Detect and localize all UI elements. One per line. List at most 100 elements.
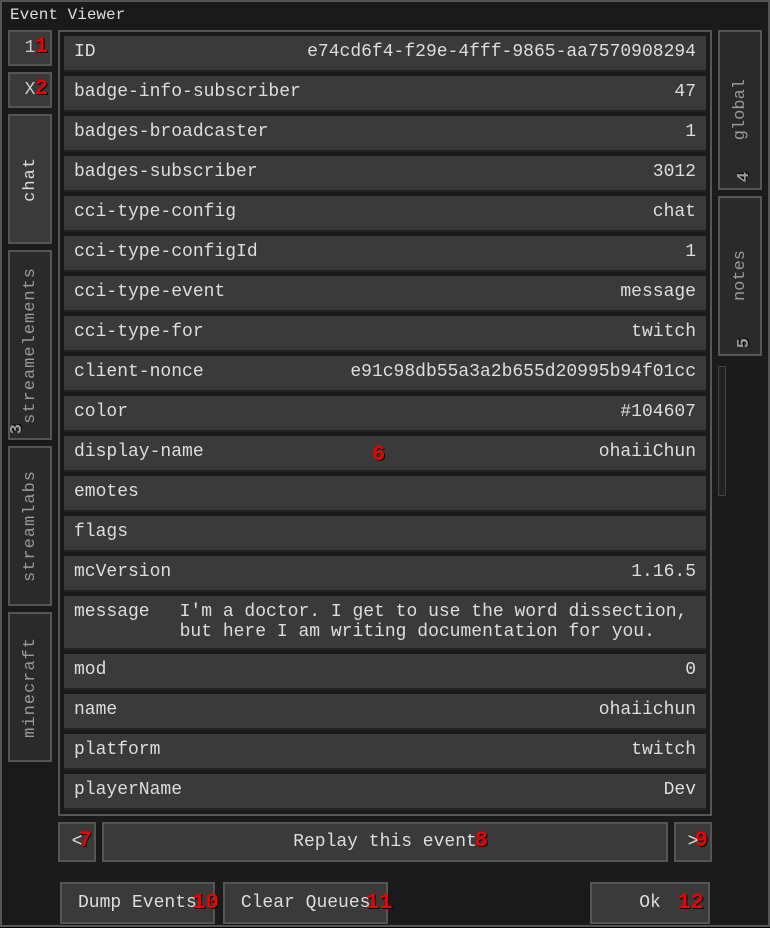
property-row[interactable]: playerNameDev (64, 774, 706, 810)
chevron-right-icon: > (688, 832, 699, 852)
property-key: cci-type-for (74, 322, 204, 342)
window-title: Event Viewer (4, 4, 766, 30)
tab-streamlabs[interactable]: streamlabs (8, 446, 52, 606)
property-row[interactable]: emotes (64, 476, 706, 512)
property-value: message (225, 282, 696, 302)
annotation-4: 4 (735, 172, 754, 182)
property-key: mod (74, 660, 106, 680)
property-key: ID (74, 42, 96, 62)
property-value: twitch (204, 322, 696, 342)
center-panel: IDe74cd6f4-f29e-4fff-9865-aa7570908294 ba… (58, 30, 712, 924)
clear-queues-button[interactable]: Clear Queues 11 (223, 882, 389, 924)
property-key: flags (74, 522, 128, 542)
property-key: badges-subscriber (74, 162, 258, 182)
left-tab-strip: 1 1 X 2 chat streamelements 3 streamlabs… (8, 30, 52, 924)
property-value: 3012 (258, 162, 696, 182)
ok-button[interactable]: Ok 12 (590, 882, 710, 924)
property-value: e91c98db55a3a2b655d20995b94f01cc (204, 362, 696, 382)
tab-notes[interactable]: notes 5 (718, 196, 762, 356)
property-row[interactable]: messageI'm a doctor. I get to use the wo… (64, 596, 706, 650)
property-key: mcVersion (74, 562, 171, 582)
tab-streamelements-label: streamelements (21, 267, 40, 424)
property-row[interactable]: color#104607 (64, 396, 706, 432)
property-key: display-name (74, 442, 204, 462)
property-value: ohaiiChun (204, 442, 696, 462)
window-body: 1 1 X 2 chat streamelements 3 streamlabs… (4, 30, 766, 928)
tab-streamelements[interactable]: streamelements 3 (8, 250, 52, 440)
property-row[interactable]: IDe74cd6f4-f29e-4fff-9865-aa7570908294 (64, 36, 706, 72)
property-value: 1.16.5 (171, 562, 696, 582)
annotation-8: 8 (475, 828, 488, 853)
right-tab-strip: global 4 notes 5 (718, 30, 762, 924)
spacer (396, 882, 582, 924)
tab-notes-label: notes (731, 250, 750, 301)
property-value: I'm a doctor. I get to use the word diss… (150, 602, 696, 642)
property-row[interactable]: mod0 (64, 654, 706, 690)
event-properties-list: IDe74cd6f4-f29e-4fff-9865-aa7570908294 ba… (58, 30, 712, 816)
property-key: message (74, 602, 150, 622)
property-key: cci-type-config (74, 202, 236, 222)
property-row[interactable]: cci-type-fortwitch (64, 316, 706, 352)
annotation-5: 5 (735, 338, 754, 348)
bottom-button-row: Dump Events 10 Clear Queues 11 Ok 12 (58, 882, 712, 924)
tab-minecraft-label: minecraft (21, 637, 40, 738)
close-tab-label: X (25, 80, 36, 100)
property-row[interactable]: nameohaiichun (64, 694, 706, 730)
property-row[interactable]: badge-info-subscriber47 (64, 76, 706, 112)
scrollbar[interactable] (718, 366, 726, 496)
tab-minecraft[interactable]: minecraft (8, 612, 52, 762)
property-row[interactable]: mcVersion1.16.5 (64, 556, 706, 592)
event-viewer-window: Event Viewer 1 1 X 2 chat streamelements… (0, 0, 770, 927)
annotation-2: 2 (35, 76, 48, 101)
ok-label: Ok (639, 893, 661, 913)
event-index-label: 1 (25, 38, 36, 58)
property-key: platform (74, 740, 160, 760)
property-key: badges-broadcaster (74, 122, 268, 142)
property-row[interactable]: client-noncee91c98db55a3a2b655d20995b94f… (64, 356, 706, 392)
property-row[interactable]: flags (64, 516, 706, 552)
replay-nav: < 7 Replay this event 8 > 9 (58, 822, 712, 862)
tab-chat[interactable]: chat (8, 114, 52, 244)
dump-events-button[interactable]: Dump Events 10 (60, 882, 215, 924)
annotation-12: 12 (678, 890, 704, 915)
property-value: 47 (301, 82, 696, 102)
prev-event-button[interactable]: < 7 (58, 822, 96, 862)
property-value: 0 (106, 660, 696, 680)
property-key: emotes (74, 482, 139, 502)
replay-label: Replay this event (293, 832, 477, 852)
property-row[interactable]: display-nameohaiiChun6 (64, 436, 706, 472)
property-key: cci-type-configId (74, 242, 258, 262)
close-tab[interactable]: X 2 (8, 72, 52, 108)
property-key: badge-info-subscriber (74, 82, 301, 102)
property-value: ohaiichun (117, 700, 696, 720)
property-row[interactable]: cci-type-eventmessage (64, 276, 706, 312)
next-event-button[interactable]: > 9 (674, 822, 712, 862)
property-value: twitch (160, 740, 696, 760)
property-key: color (74, 402, 128, 422)
property-row[interactable]: badges-subscriber3012 (64, 156, 706, 192)
annotation-1: 1 (35, 34, 48, 59)
property-key: playerName (74, 780, 182, 800)
property-value: chat (236, 202, 696, 222)
property-value: 1 (268, 122, 696, 142)
tab-global[interactable]: global 4 (718, 30, 762, 190)
property-key: client-nonce (74, 362, 204, 382)
tab-streamlabs-label: streamlabs (21, 470, 40, 582)
property-value: Dev (182, 780, 696, 800)
property-value: e74cd6f4-f29e-4fff-9865-aa7570908294 (96, 42, 696, 62)
property-row[interactable]: platformtwitch (64, 734, 706, 770)
property-key: name (74, 700, 117, 720)
clear-queues-label: Clear Queues (241, 893, 371, 913)
event-index-tab[interactable]: 1 1 (8, 30, 52, 66)
property-key: cci-type-event (74, 282, 225, 302)
property-value: 1 (258, 242, 696, 262)
property-value: #104607 (128, 402, 696, 422)
tab-chat-label: chat (21, 157, 40, 202)
chevron-left-icon: < (72, 832, 83, 852)
property-row[interactable]: cci-type-configId1 (64, 236, 706, 272)
property-row[interactable]: badges-broadcaster1 (64, 116, 706, 152)
replay-event-button[interactable]: Replay this event 8 (102, 822, 668, 862)
property-row[interactable]: cci-type-configchat (64, 196, 706, 232)
dump-events-label: Dump Events (78, 893, 197, 913)
annotation-3: 3 (8, 423, 27, 434)
